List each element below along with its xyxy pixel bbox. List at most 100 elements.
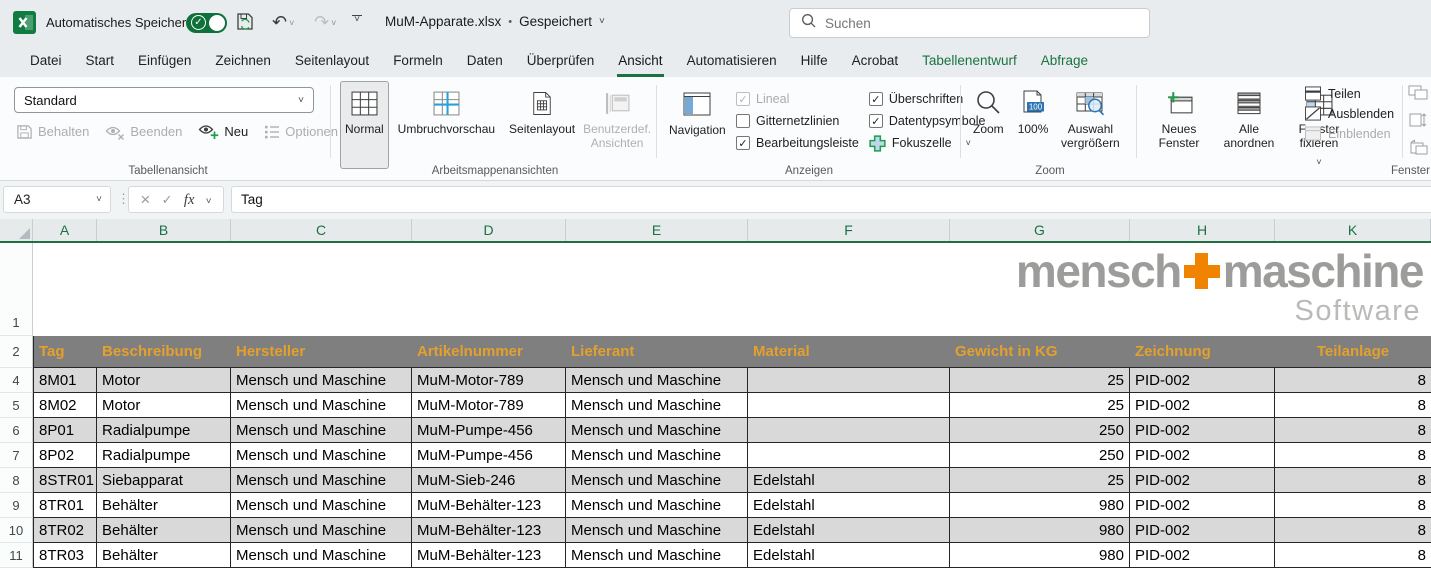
button-neues-fenster[interactable]: Neues Fenster: [1146, 81, 1212, 169]
button-auswahl-vergroessern[interactable]: Auswahl vergrößern: [1057, 81, 1123, 169]
cell-A4[interactable]: 8M01: [33, 368, 97, 393]
cell-F10[interactable]: Edelstahl: [748, 518, 950, 543]
cell-B6[interactable]: Radialpumpe: [97, 418, 231, 443]
cell-F2[interactable]: Material: [748, 336, 950, 368]
cell-D2[interactable]: Artikelnummer: [412, 336, 566, 368]
row-header-8[interactable]: 8: [0, 468, 33, 493]
undo-button[interactable]: ↶˅: [272, 12, 294, 33]
button-normal[interactable]: Normal: [340, 81, 389, 169]
cell-C6[interactable]: Mensch und Maschine: [231, 418, 412, 443]
row-header-11[interactable]: 11: [0, 543, 33, 568]
cell-G6[interactable]: 250: [950, 418, 1130, 443]
row-header-6[interactable]: 6: [0, 418, 33, 443]
button-ausblenden[interactable]: Ausblenden: [1304, 106, 1394, 121]
cell-H10[interactable]: PID-002: [1130, 518, 1275, 543]
cell-G10[interactable]: 980: [950, 518, 1130, 543]
cell-C9[interactable]: Mensch und Maschine: [231, 493, 412, 518]
column-header-E[interactable]: E: [566, 219, 748, 241]
cell-K2[interactable]: Teilanlage: [1275, 336, 1431, 368]
cell-E11[interactable]: Mensch und Maschine: [566, 543, 748, 568]
cell-B5[interactable]: Motor: [97, 393, 231, 418]
cell-K4[interactable]: 8: [1275, 368, 1431, 393]
tab-acrobat[interactable]: Acrobat: [840, 45, 911, 77]
checkbox-bearbeitungsleiste[interactable]: Bearbeitungsleiste: [736, 136, 859, 150]
cell-B10[interactable]: Behälter: [97, 518, 231, 543]
cell-F7[interactable]: [748, 443, 950, 468]
cell-B7[interactable]: Radialpumpe: [97, 443, 231, 468]
cell-K9[interactable]: 8: [1275, 493, 1431, 518]
cell-A6[interactable]: 8P01: [33, 418, 97, 443]
select-all-button[interactable]: [0, 219, 33, 241]
cell-C10[interactable]: Mensch und Maschine: [231, 518, 412, 543]
tab-ansicht[interactable]: Ansicht: [606, 45, 674, 77]
button-seitenlayout[interactable]: Seitenlayout: [504, 81, 580, 169]
cell-F5[interactable]: [748, 393, 950, 418]
button-100%[interactable]: 100100%: [1013, 81, 1054, 169]
column-header-C[interactable]: C: [231, 219, 412, 241]
name-box[interactable]: A3 ˅: [3, 186, 111, 213]
tab-einfuegen[interactable]: Einfügen: [126, 45, 203, 77]
tab-hilfe[interactable]: Hilfe: [789, 45, 840, 77]
tab-start[interactable]: Start: [74, 45, 127, 77]
cell-A7[interactable]: 8P02: [33, 443, 97, 468]
cell-K8[interactable]: 8: [1275, 468, 1431, 493]
cell-E4[interactable]: Mensch und Maschine: [566, 368, 748, 393]
row-header-4[interactable]: 4: [0, 368, 33, 393]
tab-abfrage[interactable]: Abfrage: [1029, 45, 1100, 77]
tab-zeichnen[interactable]: Zeichnen: [203, 45, 283, 77]
tab-datei[interactable]: Datei: [18, 45, 74, 77]
button-umbruchvorschau[interactable]: Umbruchvorschau: [393, 81, 500, 169]
button-teilen[interactable]: Teilen: [1304, 86, 1394, 101]
search-bar[interactable]: [789, 8, 1150, 38]
company-logo[interactable]: menschmaschineSoftware: [1016, 248, 1423, 326]
cell-E7[interactable]: Mensch und Maschine: [566, 443, 748, 468]
cell-D7[interactable]: MuM-Pumpe-456: [412, 443, 566, 468]
cell-A1[interactable]: menschmaschineSoftware: [33, 243, 1431, 336]
cell-B8[interactable]: Siebapparat: [97, 468, 231, 493]
cell-H7[interactable]: PID-002: [1130, 443, 1275, 468]
column-header-G[interactable]: G: [950, 219, 1130, 241]
save-button[interactable]: [236, 12, 256, 31]
tab-automatisieren[interactable]: Automatisieren: [675, 45, 789, 77]
cell-H6[interactable]: PID-002: [1130, 418, 1275, 443]
cell-K11[interactable]: 8: [1275, 543, 1431, 568]
tab-formeln[interactable]: Formeln: [381, 45, 455, 77]
cell-C11[interactable]: Mensch und Maschine: [231, 543, 412, 568]
cell-A9[interactable]: 8TR01: [33, 493, 97, 518]
cell-D11[interactable]: MuM-Behälter-123: [412, 543, 566, 568]
cell-F4[interactable]: [748, 368, 950, 393]
insert-function-icon[interactable]: [184, 191, 194, 209]
sheet-view-select[interactable]: Standard ˅: [14, 87, 314, 113]
cell-B4[interactable]: Motor: [97, 368, 231, 393]
row-header-1[interactable]: 1: [0, 243, 33, 336]
customize-toolbar-button[interactable]: ˅: [352, 15, 362, 24]
cell-E10[interactable]: Mensch und Maschine: [566, 518, 748, 543]
cell-H8[interactable]: PID-002: [1130, 468, 1275, 493]
cell-D5[interactable]: MuM-Motor-789: [412, 393, 566, 418]
cell-H4[interactable]: PID-002: [1130, 368, 1275, 393]
cell-K5[interactable]: 8: [1275, 393, 1431, 418]
formula-input[interactable]: Tag: [231, 186, 1431, 213]
column-header-H[interactable]: H: [1130, 219, 1275, 241]
cell-H2[interactable]: Zeichnung: [1130, 336, 1275, 368]
cell-A10[interactable]: 8TR02: [33, 518, 97, 543]
cell-K7[interactable]: 8: [1275, 443, 1431, 468]
cell-A8[interactable]: 8STR01: [33, 468, 97, 493]
cell-B11[interactable]: Behälter: [97, 543, 231, 568]
button-neu[interactable]: Neu: [198, 123, 248, 140]
cell-C5[interactable]: Mensch und Maschine: [231, 393, 412, 418]
cell-F11[interactable]: Edelstahl: [748, 543, 950, 568]
checkbox-lineal[interactable]: Lineal: [736, 92, 859, 106]
cell-D6[interactable]: MuM-Pumpe-456: [412, 418, 566, 443]
tab-daten[interactable]: Daten: [455, 45, 515, 77]
search-input[interactable]: [825, 16, 1105, 31]
cancel-icon[interactable]: [140, 190, 150, 210]
cell-E8[interactable]: Mensch und Maschine: [566, 468, 748, 493]
cell-K6[interactable]: 8: [1275, 418, 1431, 443]
button-zoom[interactable]: Zoom: [968, 81, 1009, 169]
cell-F8[interactable]: Edelstahl: [748, 468, 950, 493]
cell-A2[interactable]: Tag: [33, 336, 97, 368]
column-header-F[interactable]: F: [748, 219, 950, 241]
cell-C7[interactable]: Mensch und Maschine: [231, 443, 412, 468]
cell-D8[interactable]: MuM-Sieb-246: [412, 468, 566, 493]
